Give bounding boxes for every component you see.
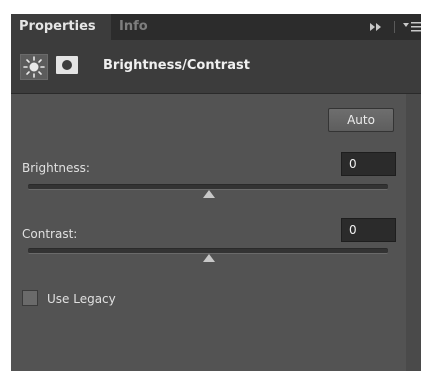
- brightness-sun-icon[interactable]: [20, 54, 48, 80]
- auto-button[interactable]: Auto: [328, 108, 394, 132]
- brightness-label: Brightness:: [22, 161, 90, 175]
- tab-properties[interactable]: Properties: [11, 14, 111, 40]
- panel-tab-bar: Properties Info: [11, 14, 421, 40]
- layer-mask-icon[interactable]: [55, 54, 79, 76]
- collapse-panel-icon[interactable]: [369, 20, 383, 34]
- tab-info[interactable]: Info: [111, 14, 156, 40]
- brightness-input[interactable]: 0: [341, 152, 396, 176]
- adjustment-title: Brightness/Contrast: [103, 58, 250, 73]
- contrast-label: Contrast:: [22, 227, 78, 241]
- properties-body: Auto Brightness: 0 Contrast: 0 Use Legac…: [11, 94, 421, 371]
- tab-bar-divider: [394, 21, 395, 33]
- contrast-input[interactable]: 0: [341, 218, 396, 242]
- panel-menu-icon[interactable]: [403, 21, 421, 33]
- properties-header: Brightness/Contrast: [11, 40, 421, 94]
- panel-scrollbar[interactable]: [406, 94, 421, 371]
- use-legacy-label: Use Legacy: [47, 292, 116, 306]
- contrast-slider-thumb[interactable]: [203, 254, 215, 262]
- use-legacy-checkbox[interactable]: [22, 290, 38, 306]
- properties-panel: Properties Info Brightness/Contrast Auto…: [11, 14, 421, 371]
- brightness-slider-thumb[interactable]: [203, 190, 215, 198]
